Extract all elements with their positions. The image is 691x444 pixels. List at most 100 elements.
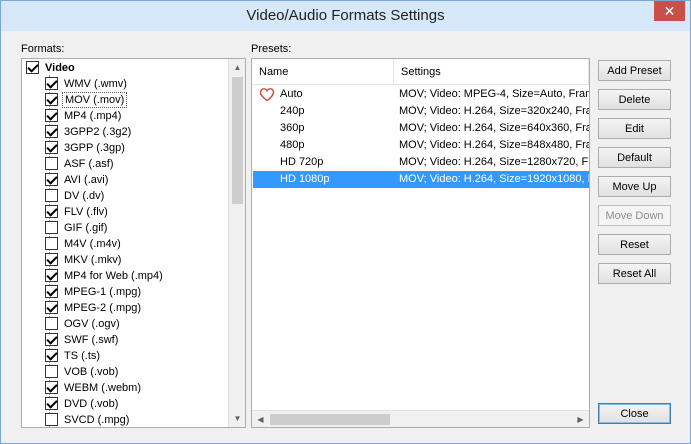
tree-item-label: MPEG-1 (.mpg) [64, 286, 142, 298]
scroll-down-arrow-icon[interactable]: ▼ [229, 410, 245, 427]
presets-list[interactable]: Name Settings Auto MOV; Video: MPEG-4, Si… [251, 58, 590, 428]
tree-item-label: MOV (.mov) [62, 92, 128, 108]
tree-item-label: AVI (.avi) [64, 174, 109, 186]
settings-dialog: Video/Audio Formats Settings ✕ Formats: … [0, 0, 691, 444]
checkbox[interactable] [26, 60, 39, 74]
tree-item[interactable]: AVI (.avi) [45, 172, 110, 188]
tree-item[interactable]: DVD (.vob) [45, 396, 120, 412]
formats-tree[interactable]: Video WMV (.wmv) MOV (.mov) MP4 (.mp4) 3GPP… [21, 58, 246, 428]
tree-item-label: MP4 for Web (.mp4) [64, 270, 163, 282]
window-close-button[interactable]: ✕ [654, 1, 685, 21]
checkbox[interactable] [45, 396, 58, 410]
default-button[interactable]: Default [598, 147, 671, 168]
checkbox[interactable] [45, 172, 58, 186]
checkbox[interactable] [45, 204, 58, 218]
tree-item[interactable]: GIF (.gif) [45, 220, 109, 236]
tree-item[interactable]: MP4 for Web (.mp4) [45, 268, 165, 284]
checkbox[interactable] [45, 188, 58, 202]
tree-item-label: MPEG-2 (.mpg) [64, 302, 142, 314]
tree-item[interactable]: WEBM (.webm) [45, 380, 143, 396]
checkbox[interactable] [45, 236, 58, 250]
tree-root-video[interactable]: Video [26, 60, 77, 76]
preset-name: 360p [280, 122, 305, 134]
tree-item[interactable]: ASF (.asf) [45, 156, 116, 172]
favorite-heart-icon [259, 88, 275, 102]
reset-all-button[interactable]: Reset All [598, 263, 671, 284]
edit-button[interactable]: Edit [598, 118, 671, 139]
preset-row[interactable]: 240p MOV; Video: H.264, Size=320x240, Fra [253, 103, 589, 120]
move-down-button[interactable]: Move Down [598, 205, 671, 226]
tree-item[interactable]: 3GPP (.3gp) [45, 140, 127, 156]
tree-item[interactable]: MOV (.mov) [45, 92, 128, 108]
tree-item-label: WEBM (.webm) [64, 382, 141, 394]
preset-settings: MOV; Video: H.264, Size=1920x1080, F [399, 173, 589, 185]
preset-row[interactable]: 360p MOV; Video: H.264, Size=640x360, Fra [253, 120, 589, 137]
reset-button[interactable]: Reset [598, 234, 671, 255]
checkbox[interactable] [45, 380, 58, 394]
tree-item-label: GIF (.gif) [64, 222, 108, 234]
tree-item[interactable]: WMV (.wmv) [45, 76, 129, 92]
window-title: Video/Audio Formats Settings [246, 7, 445, 24]
tree-item-label: 3GPP (.3gp) [64, 142, 125, 154]
tree-item[interactable]: MPEG-1 (.mpg) [45, 284, 143, 300]
tree-item[interactable]: M4V (.m4v) [45, 236, 123, 252]
checkbox[interactable] [45, 300, 58, 314]
checkbox[interactable] [45, 124, 58, 138]
preset-row[interactable]: Auto MOV; Video: MPEG-4, Size=Auto, Frame [253, 86, 589, 103]
tree-item-label: DVD (.vob) [64, 398, 119, 410]
checkbox[interactable] [45, 92, 58, 106]
scroll-thumb[interactable] [232, 77, 243, 204]
checkbox[interactable] [45, 332, 58, 346]
tree-item[interactable]: SWF (.swf) [45, 332, 120, 348]
tree-item-label: SWF (.swf) [64, 334, 119, 346]
checkbox[interactable] [45, 140, 58, 154]
tree-item-label: 3GPP2 (.3g2) [64, 126, 132, 138]
checkbox[interactable] [45, 76, 58, 90]
preset-row[interactable]: 480p MOV; Video: H.264, Size=848x480, Fra [253, 137, 589, 154]
checkbox[interactable] [45, 108, 58, 122]
tree-item[interactable]: VOB (.vob) [45, 364, 120, 380]
tree-item[interactable]: MPEG-2 (.mpg) [45, 300, 143, 316]
tree-item-label: MP4 (.mp4) [64, 110, 122, 122]
tree-item-label: SVCD (.mpg) [64, 414, 130, 426]
preset-row[interactable]: HD 720p MOV; Video: H.264, Size=1280x720,… [253, 154, 589, 171]
tree-item-label: OGV (.ogv) [64, 318, 120, 330]
checkbox[interactable] [45, 316, 58, 330]
add-preset-button[interactable]: Add Preset [598, 60, 671, 81]
preset-name: 240p [280, 105, 305, 117]
checkbox[interactable] [45, 284, 58, 298]
tree-item[interactable]: OGV (.ogv) [45, 316, 122, 332]
preset-settings: MOV; Video: H.264, Size=1280x720, Fr [399, 156, 589, 168]
close-button[interactable]: Close [598, 403, 671, 424]
presets-horizontal-scrollbar[interactable]: ◀ ▶ [252, 410, 589, 427]
checkbox[interactable] [45, 348, 58, 362]
checkbox[interactable] [45, 220, 58, 234]
preset-row[interactable]: HD 1080p MOV; Video: H.264, Size=1920x108… [253, 171, 589, 188]
checkbox[interactable] [45, 412, 58, 426]
formats-vertical-scrollbar[interactable]: ▲ ▼ [228, 59, 245, 427]
checkbox[interactable] [45, 268, 58, 282]
column-header-name[interactable]: Name [252, 59, 394, 85]
delete-button[interactable]: Delete [598, 89, 671, 110]
move-up-button[interactable]: Move Up [598, 176, 671, 197]
tree-item-label: WMV (.wmv) [64, 78, 127, 90]
tree-item[interactable]: SVCD (.mpg) [45, 412, 131, 427]
presets-label: Presets: [251, 43, 292, 55]
tree-item[interactable]: 3GPP2 (.3g2) [45, 124, 133, 140]
tree-item[interactable]: MP4 (.mp4) [45, 108, 123, 124]
checkbox[interactable] [45, 156, 58, 170]
tree-item[interactable]: MKV (.mkv) [45, 252, 123, 268]
tree-item-label: VOB (.vob) [64, 366, 119, 378]
title-bar[interactable]: Video/Audio Formats Settings ✕ [1, 1, 690, 31]
checkbox[interactable] [45, 252, 58, 266]
tree-item-label: DV (.dv) [64, 190, 105, 202]
tree-item[interactable]: TS (.ts) [45, 348, 102, 364]
tree-item[interactable]: FLV (.flv) [45, 204, 110, 220]
scroll-left-arrow-icon[interactable]: ◀ [252, 411, 269, 427]
scroll-right-arrow-icon[interactable]: ▶ [572, 411, 589, 427]
tree-item[interactable]: DV (.dv) [45, 188, 106, 204]
checkbox[interactable] [45, 364, 58, 378]
column-header-settings[interactable]: Settings [394, 59, 589, 85]
scroll-up-arrow-icon[interactable]: ▲ [229, 59, 245, 76]
scroll-thumb[interactable] [270, 414, 390, 425]
